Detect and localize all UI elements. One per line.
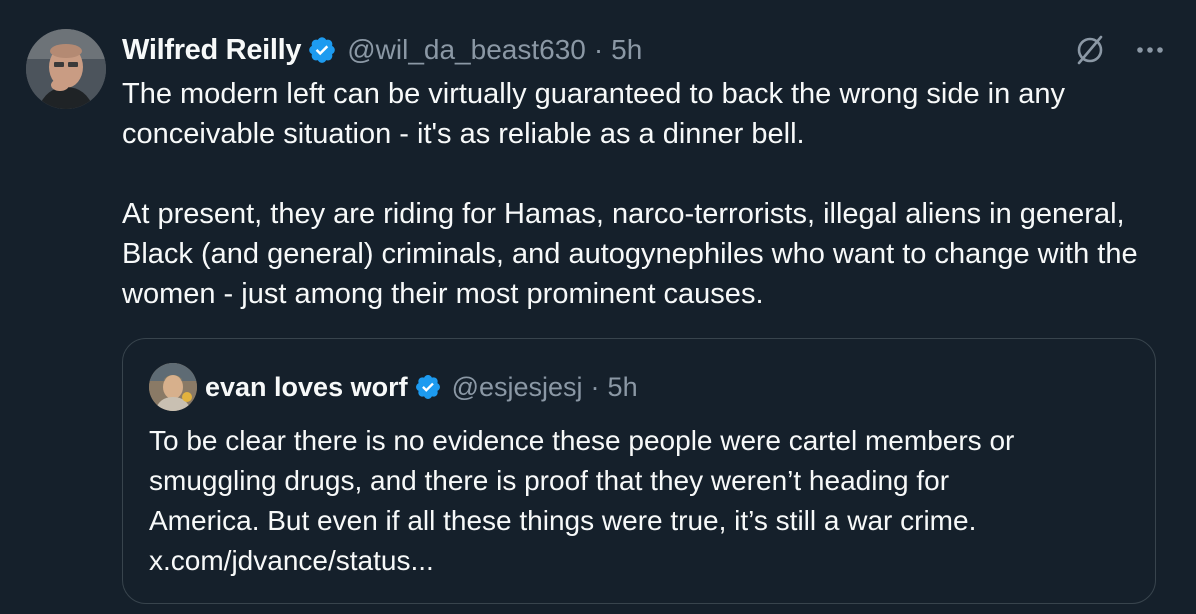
quoted-text-line: To be clear there is no evidence these p… xyxy=(149,425,1015,456)
tweet-paragraph: The modern left can be virtually guarant… xyxy=(122,78,1066,150)
quoted-timestamp[interactable]: 5h xyxy=(608,372,638,403)
tweet-text: The modern left can be virtually guarant… xyxy=(122,74,1162,314)
verified-badge-icon[interactable] xyxy=(307,35,337,65)
tweet-header: Wilfred Reilly @wil_da_beast630 · 5h xyxy=(122,28,642,72)
tweet-actions xyxy=(1070,30,1170,70)
more-icon[interactable] xyxy=(1130,30,1170,70)
verified-badge-icon[interactable] xyxy=(414,373,442,401)
quoted-text-line: smuggling drugs, and there is proof that… xyxy=(149,465,950,496)
separator-dot: · xyxy=(593,34,604,65)
quoted-tweet[interactable]: evan loves worf @esjesjesj · 5h To be cl… xyxy=(122,338,1156,604)
quoted-link[interactable]: x.com/jdvance/status... xyxy=(149,541,1139,581)
quoted-tweet-header: evan loves worf @esjesjesj · 5h xyxy=(205,365,638,409)
tweet-paragraph: At present, they are riding for Hamas, n… xyxy=(122,198,1138,310)
separator-dot: · xyxy=(590,371,600,402)
grok-icon[interactable] xyxy=(1070,30,1110,70)
author-handle[interactable]: @wil_da_beast630 xyxy=(347,34,586,66)
author-display-name[interactable]: Wilfred Reilly xyxy=(122,34,302,67)
timestamp[interactable]: 5h xyxy=(611,34,642,66)
tweet[interactable]: Wilfred Reilly @wil_da_beast630 · 5h The… xyxy=(0,0,1196,614)
author-avatar[interactable] xyxy=(26,29,106,109)
quoted-tweet-text: To be clear there is no evidence these p… xyxy=(149,421,1139,581)
quoted-author-handle[interactable]: @esjesjesj xyxy=(452,372,583,403)
quoted-text-line: America. But even if all these things we… xyxy=(149,505,977,536)
quoted-author-avatar[interactable] xyxy=(149,363,197,411)
quoted-author-display-name[interactable]: evan loves worf xyxy=(205,372,408,403)
